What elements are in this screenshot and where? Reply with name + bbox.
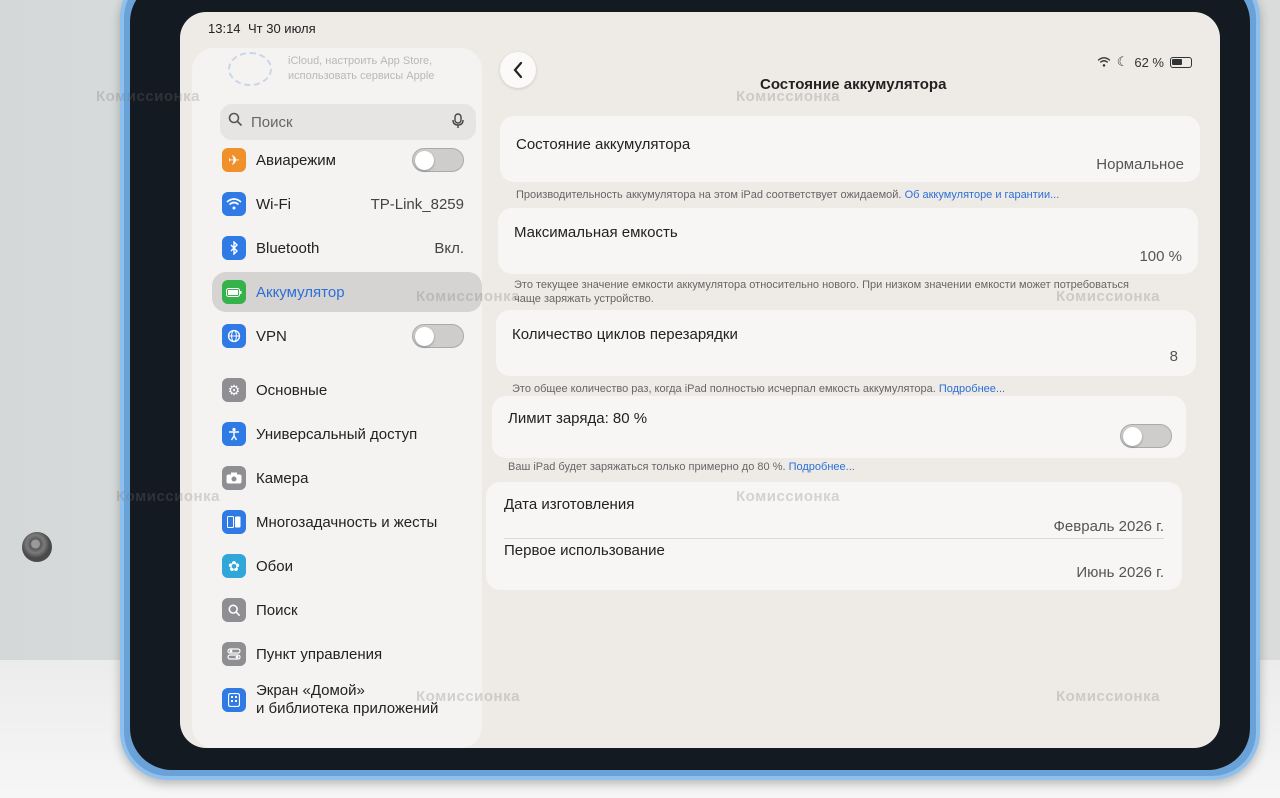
manufacture-date-value: Февраль 2026 г. — [1053, 518, 1164, 535]
sidebar-item-accessibility[interactable]: Универсальный доступ — [212, 414, 482, 454]
ipad-screen: 13:14 Чт 30 июля iCloud, настроить App S… — [180, 12, 1220, 748]
status-time: 13:14 — [208, 21, 241, 36]
wifi-icon — [222, 192, 246, 216]
chevron-left-icon — [513, 61, 523, 79]
first-use-value: Июнь 2026 г. — [1076, 564, 1164, 581]
search-icon — [222, 598, 246, 622]
battery-icon — [222, 280, 246, 304]
battery-warranty-link[interactable]: Об аккумуляторе и гарантии... — [905, 189, 1060, 201]
cycle-count-card: Количество циклов перезарядки 8 — [496, 310, 1196, 376]
row-divider — [504, 538, 1164, 539]
multitasking-icon — [222, 510, 246, 534]
sidebar-item-bluetooth[interactable]: Bluetooth Вкл. — [212, 228, 482, 268]
bluetooth-status: Вкл. — [434, 239, 464, 257]
watermark: Комиссионка — [736, 488, 840, 505]
sidebar-item-label: Обои — [256, 557, 293, 575]
sidebar-item-multitasking[interactable]: Многозадачность и жесты — [212, 502, 482, 542]
sidebar-item-general[interactable]: ⚙ Основные — [212, 370, 482, 410]
max-capacity-card: Максимальная емкость 100 % — [498, 208, 1198, 274]
cycle-count-label: Количество циклов перезарядки — [512, 326, 738, 343]
status-indicators: ☾ 62 % — [1097, 54, 1192, 70]
search-input[interactable]: Поиск — [220, 104, 476, 140]
cycle-count-value: 8 — [1169, 348, 1178, 365]
wifi-status-icon — [1097, 55, 1111, 70]
watermark: Комиссионка — [416, 288, 520, 305]
status-date: Чт 30 июля — [248, 21, 316, 36]
watermark: Комиссионка — [116, 488, 220, 505]
sidebar-item-label: VPN — [256, 327, 287, 345]
search-icon — [228, 112, 243, 132]
sidebar-item-label: Камера — [256, 469, 309, 487]
max-capacity-description: Это текущее значение емкости аккумулятор… — [514, 279, 1130, 305]
airplane-icon: ✈ — [222, 148, 246, 172]
avatar — [228, 52, 272, 86]
watermark: Комиссионка — [1056, 688, 1160, 705]
wallpaper-icon: ✿ — [222, 554, 246, 578]
sidebar-item-label: Многозадачность и жесты — [256, 513, 438, 531]
charge-limit-more-link[interactable]: Подробнее... — [789, 461, 855, 473]
sidebar-item-wallpaper[interactable]: ✿ Обои — [212, 546, 482, 586]
max-capacity-value: 100 % — [1139, 248, 1182, 265]
watermark: Комиссионка — [96, 88, 200, 105]
sidebar-item-label: Универсальный доступ — [256, 425, 418, 443]
camera-icon — [222, 466, 246, 490]
sidebar-item-airplane-mode[interactable]: ✈ Авиарежим — [212, 140, 482, 180]
watermark: Комиссионка — [416, 688, 520, 705]
apple-account-hint: iCloud, настроить App Store, использоват… — [288, 55, 435, 82]
battery-state-card: Состояние аккумулятора Нормальное — [500, 116, 1200, 182]
airplane-mode-toggle[interactable] — [412, 148, 464, 172]
cycle-count-more-link[interactable]: Подробнее... — [939, 383, 1005, 395]
moon-icon: ☾ — [1116, 54, 1129, 69]
sidebar-item-label: Wi‑Fi — [256, 195, 291, 213]
battery-state-value: Нормальное — [1096, 156, 1184, 173]
battery-percent: 62 % — [1134, 54, 1164, 70]
vpn-toggle[interactable] — [412, 324, 464, 348]
sidebar-item-label: Аккумулятор — [256, 283, 345, 301]
first-use-label: Первое использование — [504, 542, 665, 559]
microphone-icon[interactable] — [452, 112, 464, 132]
cycle-count-description: Это общее количество раз, когда iPad пол… — [512, 383, 1006, 395]
sidebar-item-label: Пункт управления — [256, 645, 383, 663]
wifi-network-name: TP-Link_8259 — [370, 195, 464, 213]
vpn-icon — [222, 324, 246, 348]
settings-sidebar: iCloud, настроить App Store, использоват… — [192, 48, 482, 748]
bluetooth-icon — [222, 236, 246, 260]
search-placeholder: Поиск — [251, 113, 293, 131]
charge-limit-description: Ваш iPad будет заряжаться только примерн… — [508, 461, 855, 473]
wall-screw — [22, 532, 52, 562]
watermark: Комиссионка — [1056, 288, 1160, 305]
sidebar-item-wifi[interactable]: Wi‑Fi TP-Link_8259 — [212, 184, 482, 224]
sidebar-item-label: Авиарежим — [256, 151, 336, 169]
sidebar-item-label: Экран «Домой» и библиотека приложений — [256, 682, 439, 717]
back-button[interactable] — [500, 52, 536, 88]
sidebar-item-vpn[interactable]: VPN — [212, 316, 482, 356]
status-battery-icon — [1170, 56, 1192, 68]
battery-state-label: Состояние аккумулятора — [516, 136, 691, 153]
sidebar-item-label: Поиск — [256, 601, 298, 619]
battery-state-description: Производительность аккумулятора на этом … — [516, 189, 1060, 201]
accessibility-icon — [222, 422, 246, 446]
sidebar-item-camera[interactable]: Камера — [212, 458, 482, 498]
max-capacity-label: Максимальная емкость — [514, 224, 678, 241]
gear-icon: ⚙ — [222, 378, 246, 402]
charge-limit-card: Лимит заряда: 80 % — [492, 396, 1186, 458]
home-screen-icon — [222, 688, 246, 712]
sidebar-item-label: Основные — [256, 381, 328, 399]
sidebar-item-label: Bluetooth — [256, 239, 320, 257]
sidebar-item-control-center[interactable]: Пункт управления — [212, 634, 482, 674]
charge-limit-toggle[interactable] — [1120, 424, 1172, 448]
sidebar-item-search[interactable]: Поиск — [212, 590, 482, 630]
manufacture-date-label: Дата изготовления — [504, 496, 635, 513]
watermark: Комиссионка — [736, 88, 840, 105]
control-center-icon — [222, 642, 246, 666]
charge-limit-label: Лимит заряда: 80 % — [508, 410, 648, 427]
